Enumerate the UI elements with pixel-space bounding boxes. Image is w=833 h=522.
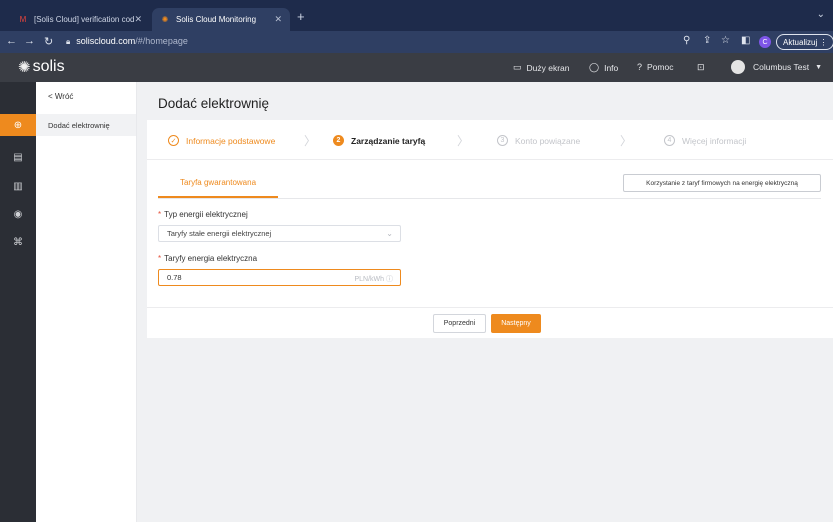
tab-title: [Solis Cloud] verification cod <box>34 15 135 24</box>
check-icon: ✓ <box>168 135 179 146</box>
tariff-unit: PLN/kWh ⓘ <box>354 274 393 284</box>
eye-icon: ◉ <box>13 208 23 220</box>
update-label: Aktualizuj <box>783 37 818 47</box>
rail-item-reports[interactable]: ▥ <box>0 175 36 197</box>
rail-item-devices[interactable]: ▤ <box>0 146 36 168</box>
chevron-right-icon: 〉 <box>304 134 317 148</box>
energy-type-label: * Typ energii elektrycznej <box>158 210 248 219</box>
browser-toolbar: ← → ↻ 🔒︎ soliscloud.com/#/homepage ⚲ ⇪ ☆ … <box>0 31 833 53</box>
gmail-icon: M <box>19 15 27 24</box>
address-bar[interactable]: 🔒︎ soliscloud.com/#/homepage <box>66 36 188 47</box>
step-label: Więcej informacji <box>682 135 747 146</box>
browser-tab-solis[interactable]: ✺ Solis Cloud Monitoring ✕ <box>152 8 290 31</box>
user-menu[interactable]: Columbus Test ▼ <box>753 62 822 72</box>
help-label: Pomoc <box>647 62 674 72</box>
rail-item-monitor[interactable]: ◉ <box>0 203 36 225</box>
large-screen-button[interactable]: ▭ Duży ekran <box>513 62 570 73</box>
main-content: Dodać elektrownię ✓ Informacje podstawow… <box>137 82 833 522</box>
export-button[interactable]: ⊡ <box>697 62 710 73</box>
help-icon: ⓘ <box>386 276 393 283</box>
caret-down-icon: ▼ <box>815 63 823 71</box>
step-linked-account[interactable]: 3 Konto powiązane <box>497 135 580 146</box>
sub-sidebar: < Wróć Dodać elektrownię <box>36 82 137 522</box>
device-icon: ▤ <box>13 151 23 163</box>
app-header: ✺ solis ▭ Duży ekran ◯ Info ? Pomoc ⊡ Co… <box>0 53 833 82</box>
step-number: 3 <box>497 135 508 146</box>
export-icon: ⊡ <box>697 62 705 72</box>
step-basic-info[interactable]: ✓ Informacje podstawowe <box>168 135 275 146</box>
location-icon[interactable]: ⚲ <box>683 35 690 46</box>
subnav-item-add-plant[interactable]: Dodać elektrownię <box>36 114 136 136</box>
help-button[interactable]: ? Pomoc <box>637 62 673 72</box>
globe-icon: ⊕ <box>13 119 23 131</box>
browser-tab-gmail[interactable]: M [Solis Cloud] verification cod ✕ <box>10 8 150 31</box>
solis-logo[interactable]: ✺ solis <box>18 58 65 76</box>
required-mark: * <box>158 254 162 263</box>
tariff-label: * Taryfy energia elektryczna <box>158 254 257 263</box>
monitor-icon: ▭ <box>513 62 522 72</box>
sun-logo-icon: ✺ <box>18 59 31 76</box>
close-tab-icon[interactable]: ✕ <box>274 14 282 25</box>
page-title: Dodać elektrownię <box>158 96 270 111</box>
profile-avatar[interactable]: C <box>759 36 771 48</box>
step-number: 2 <box>333 135 344 146</box>
rail-item-plants[interactable]: ⊕ <box>0 114 36 136</box>
sidepanel-icon[interactable]: ◧ <box>741 35 750 46</box>
tab-feed-in-tariff[interactable]: Taryfa gwarantowana <box>158 178 278 198</box>
tariff-label-text: Taryfy energia elektryczna <box>164 254 258 263</box>
update-button[interactable]: Aktualizuj ⋮ <box>776 34 833 50</box>
step-number: 4 <box>664 135 675 146</box>
tariff-unit-text: PLN/kWh <box>354 276 385 283</box>
step-label: Konto powiązane <box>515 135 581 146</box>
tariff-value: 0.78 <box>167 273 182 282</box>
footer-divider <box>147 307 833 308</box>
bookmark-star-icon[interactable]: ☆ <box>721 35 730 46</box>
back-link[interactable]: < Wróć <box>48 92 73 101</box>
step-label: Informacje podstawowe <box>186 135 276 146</box>
lock-icon: 🔒︎ <box>66 37 71 46</box>
back-arrow-icon[interactable]: ← <box>6 35 17 47</box>
large-screen-label: Duży ekran <box>526 62 570 73</box>
wizard-steps: ✓ Informacje podstawowe 〉 2 Zarządzanie … <box>147 120 833 160</box>
chevron-right-icon: 〉 <box>620 134 633 148</box>
tariff-input[interactable]: 0.78 PLN/kWh ⓘ <box>158 269 401 286</box>
logo-text: solis <box>32 58 65 75</box>
tab-search-icon[interactable]: ⌄ <box>817 9 825 20</box>
user-name: Columbus Test <box>753 62 810 72</box>
info-button[interactable]: ◯ Info <box>589 62 618 73</box>
tab-title: Solis Cloud Monitoring <box>176 15 257 24</box>
energy-type-label-text: Typ energii elektrycznej <box>164 210 248 219</box>
next-button[interactable]: Następny <box>491 314 541 333</box>
user-avatar[interactable] <box>731 60 745 74</box>
form-card: ✓ Informacje podstawowe 〉 2 Zarządzanie … <box>147 120 833 338</box>
tab-divider <box>158 198 821 199</box>
left-icon-rail: ⊕ ▤ ▥ ◉ ⌘ <box>0 82 36 522</box>
step-tariff[interactable]: 2 Zarządzanie taryfą <box>333 135 425 146</box>
grid-icon: ⌘ <box>13 236 23 248</box>
required-mark: * <box>158 210 162 219</box>
rail-item-apps[interactable]: ⌘ <box>0 231 36 253</box>
step-label: Zarządzanie taryfą <box>351 135 426 146</box>
new-tab-button[interactable]: + <box>297 9 305 24</box>
share-icon[interactable]: ⇪ <box>703 35 711 46</box>
close-tab-icon[interactable]: ✕ <box>134 14 142 25</box>
energy-type-select[interactable]: Taryfy stałe energii elektrycznej ⌄ <box>158 225 401 242</box>
energy-type-value: Taryfy stałe energii elektrycznej <box>167 229 272 238</box>
chevron-right-icon: 〉 <box>457 134 470 148</box>
previous-button[interactable]: Poprzedni <box>433 314 486 333</box>
forward-arrow-icon[interactable]: → <box>24 35 35 47</box>
url-host: soliscloud.com <box>76 36 136 46</box>
step-more-info[interactable]: 4 Więcej informacji <box>664 135 746 146</box>
browser-tab-bar: M [Solis Cloud] verification cod ✕ ✺ Sol… <box>0 0 833 31</box>
info-label: Info <box>604 62 619 73</box>
chevron-down-icon: ⌄ <box>386 229 393 238</box>
chat-icon: ◯ <box>589 62 600 72</box>
chart-icon: ▥ <box>13 180 23 192</box>
reload-icon[interactable]: ↻ <box>44 35 53 48</box>
solis-icon: ✺ <box>161 15 169 24</box>
help-icon: ? <box>637 62 643 72</box>
commercial-tariff-button[interactable]: Korzystanie z taryf firmowych na energię… <box>623 174 821 192</box>
url-path: /#/homepage <box>135 36 188 46</box>
